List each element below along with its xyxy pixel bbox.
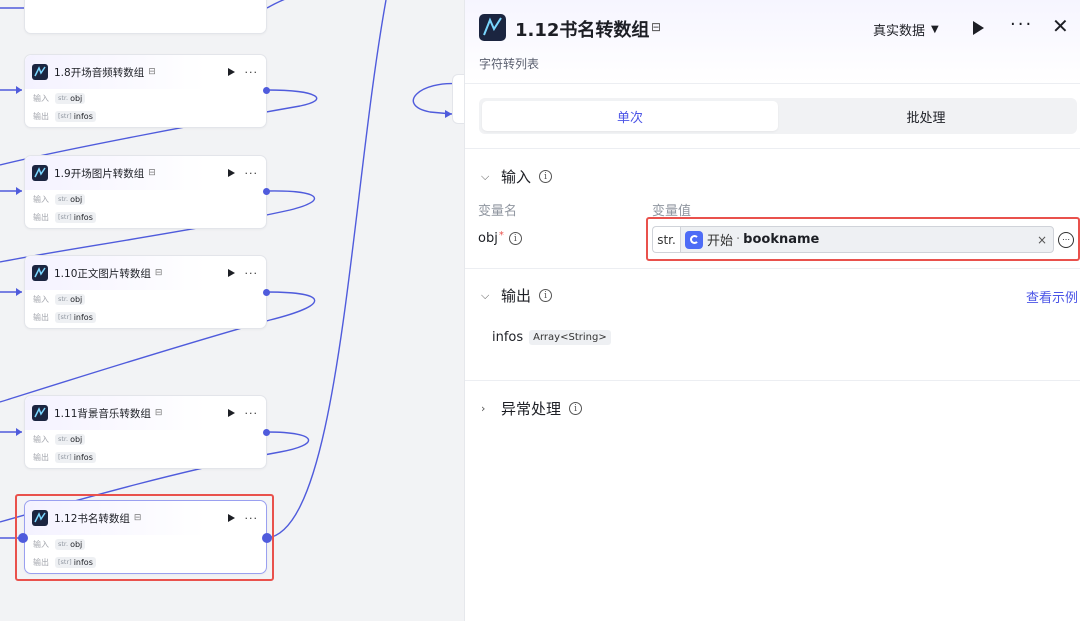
node-input-row: 输入 str. obj: [25, 290, 266, 308]
panel-subtitle: 字符转列表: [479, 57, 540, 71]
run-node-icon[interactable]: [227, 169, 235, 177]
column-var-name: 变量名: [478, 204, 518, 219]
data-mode-select[interactable]: 真实数据 ▼: [873, 20, 939, 39]
caret-down-icon: ▼: [931, 24, 939, 35]
run-icon[interactable]: [973, 21, 984, 35]
close-icon[interactable]: ✕: [1052, 14, 1069, 38]
tab-single[interactable]: 单次: [482, 101, 778, 131]
plugin-logo-icon: [32, 165, 48, 181]
more-icon[interactable]: ···: [1010, 14, 1033, 35]
workflow-canvas[interactable]: 输出 [str]infos 1.8开场音频转数组 ⊟ ··· 输入str.obj…: [0, 0, 464, 621]
selection-highlight: [15, 494, 274, 581]
node-output-row: 输出 [str] infos: [25, 308, 266, 326]
more-icon[interactable]: ···: [245, 407, 259, 420]
more-icon[interactable]: ···: [245, 167, 259, 180]
more-icon[interactable]: ···: [245, 267, 259, 280]
divider: [465, 268, 1080, 269]
info-icon[interactable]: i: [569, 402, 583, 415]
data-mode-label: 真实数据: [873, 24, 926, 39]
input-tag: str. obj: [55, 193, 86, 205]
node-input-row: 输入 str. obj: [25, 190, 266, 208]
view-example-link[interactable]: 查看示例: [1026, 287, 1078, 306]
input-value-field[interactable]: str. 开始 · bookname × ⋯: [652, 226, 1074, 253]
clear-icon[interactable]: ×: [1037, 233, 1047, 247]
info-icon[interactable]: i: [539, 289, 553, 302]
output-port[interactable]: [263, 188, 270, 195]
input-var-name: obj * i: [478, 230, 522, 246]
required-mark: *: [498, 230, 504, 241]
node-output-row: 输出 [str] infos: [25, 107, 266, 125]
node-title: 1.9开场图片转数组: [54, 167, 145, 180]
output-tag: [str] infos: [55, 311, 96, 323]
output-section-header[interactable]: ⌵ 输出 i: [481, 285, 553, 306]
store-icon: ⊟: [148, 67, 156, 77]
run-mode-tabs: 单次 批处理: [479, 98, 1077, 134]
panel-header: 1.12书名转数组 ⊟ 字符转列表 真实数据 ▼ ··· ✕: [465, 0, 1080, 84]
plugin-logo-icon: [479, 14, 506, 41]
workflow-node-offscreen[interactable]: [452, 74, 464, 124]
store-icon: ⊟: [154, 408, 163, 418]
node-output-row: 输出 [str]infos: [25, 0, 266, 3]
run-node-icon[interactable]: [227, 68, 235, 76]
output-tag: [str] infos: [55, 110, 96, 122]
variable-reference[interactable]: 开始 · bookname ×: [680, 226, 1054, 253]
plugin-logo-icon: [32, 405, 48, 421]
node-input-row: 输入 str. obj: [25, 430, 266, 448]
node-title: 1.10正文图片转数组: [54, 267, 151, 280]
output-tag: [str] infos: [55, 451, 96, 463]
workflow-node-partial[interactable]: 输出 [str]infos: [24, 0, 267, 34]
chevron-right-icon: ›: [481, 402, 486, 415]
store-icon: ⊟: [154, 268, 163, 278]
node-title: 1.8开场音频转数组: [54, 66, 145, 79]
error-section-header[interactable]: › 异常处理 i: [481, 398, 583, 419]
info-icon[interactable]: i: [508, 232, 522, 245]
tab-batch[interactable]: 批处理: [778, 101, 1074, 131]
start-node-icon: [685, 230, 703, 249]
divider: [465, 148, 1080, 149]
node-output-row: 输出 [str] infos: [25, 448, 266, 466]
output-var-row: infos Array<String>: [492, 330, 611, 345]
panel-title: 1.12书名转数组: [515, 20, 650, 41]
store-icon: ⊟: [148, 168, 156, 178]
node-output-row: 输出 [str] infos: [25, 208, 266, 226]
output-type-badge: Array<String>: [529, 330, 611, 345]
node-title: 1.11背景音乐转数组: [54, 407, 151, 420]
input-tag: str. obj: [55, 293, 86, 305]
chevron-down-icon: ⌵: [481, 169, 490, 183]
info-icon[interactable]: i: [539, 170, 553, 183]
value-type-select[interactable]: str.: [652, 226, 680, 253]
output-var-name: infos: [492, 330, 524, 345]
output-tag: [str] infos: [55, 211, 96, 223]
workflow-node-1-8[interactable]: 1.8开场音频转数组 ⊟ ··· 输入 str. obj 输出 [str] infos: [24, 54, 267, 128]
plugin-logo-icon: [32, 64, 48, 80]
output-port[interactable]: [263, 429, 270, 436]
input-section-header[interactable]: ⌵ 输入 i: [481, 166, 553, 187]
more-icon[interactable]: ···: [245, 66, 259, 79]
workflow-node-1-10[interactable]: 1.10正文图片转数组 ⊟ ··· 输入 str. obj 输出 [str] infos: [24, 255, 267, 329]
plugin-logo-icon: [32, 265, 48, 281]
run-node-icon[interactable]: [227, 409, 235, 417]
node-input-row: 输入 str. obj: [25, 89, 266, 107]
store-icon: ⊟: [651, 20, 662, 34]
run-node-icon[interactable]: [227, 269, 235, 277]
output-port[interactable]: [263, 289, 270, 296]
chevron-down-icon: ⌵: [481, 288, 490, 302]
workflow-node-1-11[interactable]: 1.11背景音乐转数组 ⊟ ··· 输入 str. obj 输出 [str] infos: [24, 395, 267, 469]
output-port[interactable]: [263, 87, 270, 94]
input-tag: str. obj: [55, 92, 86, 104]
node-config-panel: 1.12书名转数组 ⊟ 字符转列表 真实数据 ▼ ··· ✕ 单次 批处理 ⌵ …: [464, 0, 1080, 621]
workflow-node-1-9[interactable]: 1.9开场图片转数组 ⊟ ··· 输入 str. obj 输出 [str] infos: [24, 155, 267, 229]
input-tag: str. obj: [55, 433, 86, 445]
divider: [465, 380, 1080, 381]
settings-icon[interactable]: ⋯: [1058, 231, 1074, 248]
